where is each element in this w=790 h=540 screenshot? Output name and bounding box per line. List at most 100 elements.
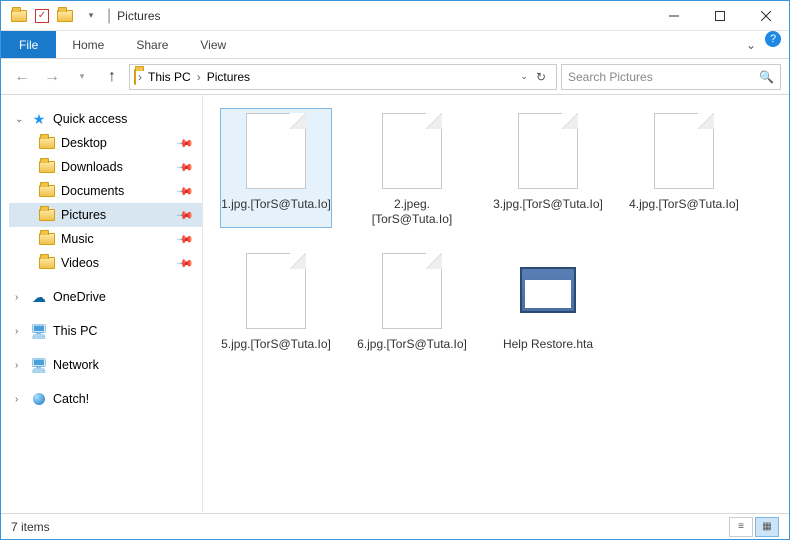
ribbon-expand-icon[interactable]: ⌄ <box>737 31 765 58</box>
sidebar-item-label: Videos <box>61 256 99 270</box>
sidebar-item-label: Network <box>53 358 99 372</box>
blank-file-icon <box>246 113 306 189</box>
close-button[interactable] <box>743 1 789 31</box>
file-name: 5.jpg.[TorS@Tuta.Io] <box>221 337 331 352</box>
recent-locations-dropdown[interactable]: ▾ <box>69 64 95 90</box>
folder-icon <box>37 207 57 223</box>
folder-icon <box>37 159 57 175</box>
details-view-button[interactable]: ≡ <box>729 517 753 537</box>
file-tab[interactable]: File <box>1 31 56 58</box>
files-pane[interactable]: 1.jpg.[TorS@Tuta.Io] 2.jpeg.[TorS@Tuta.Io… <box>203 95 789 513</box>
expand-icon[interactable]: › <box>15 360 29 371</box>
file-item[interactable]: Help Restore.hta <box>493 249 603 352</box>
sidebar-item-label: Downloads <box>61 160 123 174</box>
expand-icon[interactable]: › <box>15 394 29 405</box>
hta-app-icon <box>520 267 576 313</box>
star-icon: ★ <box>29 111 49 127</box>
file-name: 6.jpg.[TorS@Tuta.Io] <box>357 337 467 352</box>
file-item[interactable]: 5.jpg.[TorS@Tuta.Io] <box>221 249 331 352</box>
sidebar-item-this-pc[interactable]: ›🖥 This PC <box>9 319 202 343</box>
ribbon: File Home Share View ⌄ ? <box>1 31 789 59</box>
qat-dropdown-icon[interactable]: ▾ <box>81 6 101 26</box>
tab-share[interactable]: Share <box>120 31 184 58</box>
tab-home[interactable]: Home <box>56 31 120 58</box>
search-icon[interactable]: 🔍 <box>759 70 774 84</box>
icons-view-button[interactable]: ▦ <box>755 517 779 537</box>
title-separator: | <box>107 7 111 25</box>
pc-icon: 🖥 <box>29 357 49 373</box>
file-name: Help Restore.hta <box>493 337 603 352</box>
file-item[interactable]: 3.jpg.[TorS@Tuta.Io] <box>493 109 603 227</box>
expand-icon[interactable]: › <box>15 292 29 303</box>
folder-icon <box>37 255 57 271</box>
pin-icon: 📌 <box>176 254 195 273</box>
properties-checkbox-icon[interactable]: ✓ <box>35 9 49 23</box>
file-name: 4.jpg.[TorS@Tuta.Io] <box>629 197 739 212</box>
pin-icon: 📌 <box>176 158 195 177</box>
collapse-icon[interactable]: ⌄ <box>15 114 29 125</box>
sidebar-item-onedrive[interactable]: ›☁OneDrive <box>9 285 202 309</box>
chevron-right-icon[interactable]: › <box>136 70 144 84</box>
folder-icon <box>37 135 57 151</box>
pin-icon: 📌 <box>176 206 195 225</box>
tab-view[interactable]: View <box>184 31 242 58</box>
file-item[interactable]: 1.jpg.[TorS@Tuta.Io] <box>221 109 331 227</box>
sidebar-item-label: Music <box>61 232 94 246</box>
file-name: 3.jpg.[TorS@Tuta.Io] <box>493 197 603 212</box>
sidebar-item-desktop[interactable]: Desktop 📌 <box>9 131 202 155</box>
qat-new-folder-icon[interactable] <box>55 6 75 26</box>
explorer-app-icon <box>9 6 29 26</box>
blank-file-icon <box>654 113 714 189</box>
chevron-right-icon[interactable]: › <box>195 70 203 84</box>
sidebar-item-downloads[interactable]: Downloads 📌 <box>9 155 202 179</box>
file-name: 2.jpeg.[TorS@Tuta.Io] <box>357 197 467 227</box>
blank-file-icon <box>382 113 442 189</box>
sidebar-item-catch-[interactable]: › Catch! <box>9 387 202 411</box>
up-button[interactable]: ↑ <box>99 64 125 90</box>
blank-file-icon <box>382 253 442 329</box>
refresh-icon[interactable]: ↻ <box>536 70 546 84</box>
breadcrumb-item[interactable]: This PC <box>144 70 195 84</box>
folder-icon <box>134 70 136 84</box>
sidebar-item-label: Desktop <box>61 136 107 150</box>
breadcrumb-item[interactable]: Pictures <box>203 70 254 84</box>
sidebar-item-quick-access[interactable]: ⌄ ★ Quick access <box>9 107 202 131</box>
sidebar-item-documents[interactable]: Documents 📌 <box>9 179 202 203</box>
forward-button[interactable]: → <box>39 64 65 90</box>
sidebar-item-label: Documents <box>61 184 124 198</box>
maximize-button[interactable] <box>697 1 743 31</box>
blank-file-icon <box>246 253 306 329</box>
sidebar-item-label: Catch! <box>53 392 89 406</box>
navigation-pane[interactable]: ⌄ ★ Quick access Desktop📌Downloads📌Docum… <box>1 95 203 513</box>
sidebar-item-music[interactable]: Music📌 <box>9 227 202 251</box>
search-box[interactable]: 🔍 <box>561 64 781 90</box>
pin-icon: 📌 <box>176 134 195 153</box>
cloud-icon: ☁ <box>29 289 49 305</box>
pc-icon: 🖥 <box>29 323 49 339</box>
breadcrumb[interactable]: › This PC › Pictures ⌄ ↻ <box>129 64 557 90</box>
sidebar-item-label: Pictures <box>61 208 106 222</box>
pin-icon: 📌 <box>176 182 195 201</box>
window-title: Pictures <box>117 9 160 23</box>
sidebar-item-pictures[interactable]: Pictures 📌 <box>9 203 202 227</box>
catch-icon <box>29 391 49 407</box>
address-dropdown-icon[interactable]: ⌄ <box>520 71 528 82</box>
address-bar: ← → ▾ ↑ › This PC › Pictures ⌄ ↻ 🔍 <box>1 59 789 95</box>
search-input[interactable] <box>568 70 759 84</box>
help-icon[interactable]: ? <box>765 31 781 47</box>
file-item[interactable]: 6.jpg.[TorS@Tuta.Io] <box>357 249 467 352</box>
minimize-button[interactable] <box>651 1 697 31</box>
file-name: 1.jpg.[TorS@Tuta.Io] <box>221 197 331 212</box>
item-count: 7 items <box>11 520 50 534</box>
file-item[interactable]: 2.jpeg.[TorS@Tuta.Io] <box>357 109 467 227</box>
sidebar-item-network[interactable]: ›🖥 Network <box>9 353 202 377</box>
sidebar-item-label: This PC <box>53 324 97 338</box>
folder-icon <box>37 183 57 199</box>
expand-icon[interactable]: › <box>15 326 29 337</box>
sidebar-item-videos[interactable]: Videos 📌 <box>9 251 202 275</box>
blank-file-icon <box>518 113 578 189</box>
back-button[interactable]: ← <box>9 64 35 90</box>
quick-access-toolbar: ✓ ▾ <box>1 6 101 26</box>
file-item[interactable]: 4.jpg.[TorS@Tuta.Io] <box>629 109 739 227</box>
titlebar: ✓ ▾ | Pictures <box>1 1 789 31</box>
